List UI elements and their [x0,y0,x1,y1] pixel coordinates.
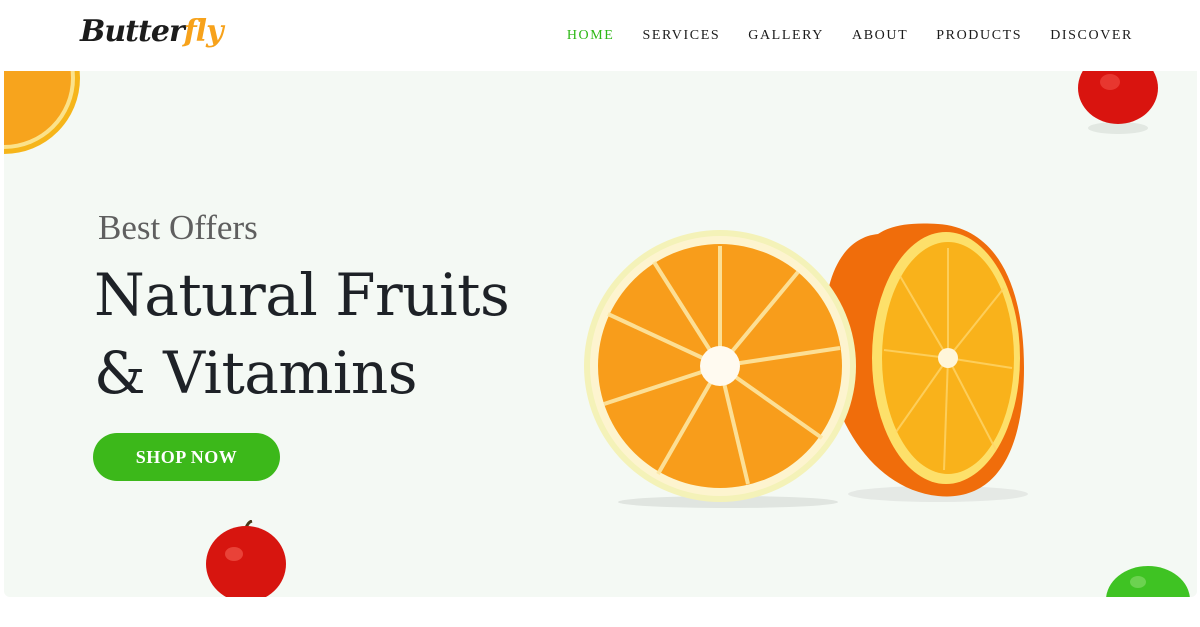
red-apple-image [206,520,286,597]
nav-link-gallery[interactable]: GALLERY [748,28,824,44]
green-apple-image [1106,566,1190,597]
hero-subtitle: Best Offers [98,208,258,247]
logo-text-part2: fly [183,14,224,49]
brand-logo[interactable]: Butterfly [80,10,224,54]
nav-link-products[interactable]: PRODUCTS [936,28,1022,44]
halved-orange-image [584,223,1028,508]
logo-text-part1: Butter [80,14,185,49]
shop-now-button[interactable]: SHOP NOW [93,433,280,481]
top-navbar: Butterfly HOME SERVICES GALLERY ABOUT PR… [4,0,1197,71]
hero-title-line1: Natural Fruits [94,261,510,329]
page-frame: Butterfly HOME SERVICES GALLERY ABOUT PR… [4,0,1197,597]
hero-title-line2: & Vitamins [94,339,418,407]
nav-link-services[interactable]: SERVICES [642,28,720,44]
hero-title: Natural Fruits & Vitamins [94,256,574,412]
nav-link-home[interactable]: HOME [567,28,615,44]
nav-link-about[interactable]: ABOUT [852,28,908,44]
main-nav: HOME SERVICES GALLERY ABOUT PRODUCTS DIS… [567,0,1133,71]
nav-link-discover[interactable]: DISCOVER [1050,28,1133,44]
